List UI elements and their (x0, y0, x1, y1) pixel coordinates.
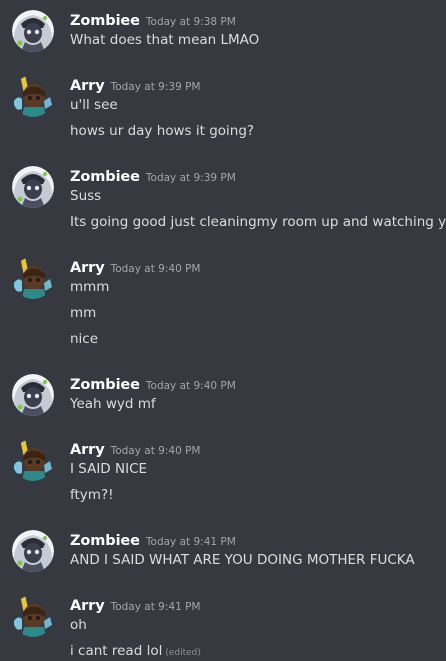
message-text: oh (70, 615, 87, 635)
arry-avatar[interactable] (12, 257, 54, 299)
message-text-content: oh (70, 617, 87, 633)
zombiee-avatar[interactable] (12, 374, 54, 416)
chat-message-list[interactable]: Zombiee Today at 9:38 PM What does that me… (0, 0, 446, 661)
message-text: What does that mean LMAO (70, 30, 259, 50)
message-text-content: u'll see (70, 97, 118, 113)
message-text: Yeah wyd mf (70, 394, 156, 414)
message-group: Arry Today at 9:40 PM I SAID NICE ftym?! (0, 439, 446, 507)
message-text: Suss (70, 186, 101, 206)
message-text-content: AND I SAID WHAT ARE YOU DOING MOTHER FUC… (70, 552, 415, 568)
message-text: u'll see (70, 95, 118, 115)
message-group: Zombiee Today at 9:39 PM Suss Its going goo… (0, 166, 446, 234)
message-text-content: i cant read lol (70, 643, 163, 659)
message-header: Zombiee Today at 9:41 PM (70, 530, 236, 550)
message-text: I SAID NICE (70, 459, 147, 479)
message-text: i cant read lol (edited) (70, 641, 201, 661)
message-text: ftym?! (70, 485, 114, 505)
message-text: nice (70, 329, 98, 349)
message-text-content: What does that mean LMAO (70, 32, 260, 48)
timestamp: Today at 9:40 PM (110, 445, 201, 457)
message-header: Arry Today at 9:40 PM (70, 257, 200, 277)
timestamp: Today at 9:41 PM (145, 536, 236, 548)
message-group: Arry Today at 9:39 PM u'll see hows ur day … (0, 75, 446, 143)
message-group: Arry Today at 9:41 PM oh i cant read lol (ed… (0, 595, 446, 661)
message-header: Arry Today at 9:41 PM (70, 595, 200, 615)
username[interactable]: Arry (70, 442, 105, 458)
zombiee-avatar[interactable] (12, 530, 54, 572)
timestamp: Today at 9:39 PM (110, 81, 201, 93)
message-header: Zombiee Today at 9:40 PM (70, 374, 236, 394)
username[interactable]: Zombiee (70, 377, 140, 393)
message-text-content: ftym?! (70, 487, 114, 503)
message-text-content: hows ur day hows it going? (70, 123, 255, 139)
message-text: hows ur day hows it going? (70, 121, 254, 141)
message-text-content: mm (70, 305, 97, 321)
username[interactable]: Arry (70, 78, 105, 94)
message-group: Zombiee Today at 9:41 PM AND I SAID WHAT A… (0, 530, 446, 572)
message-text-content: I SAID NICE (70, 461, 148, 477)
message-text-content: nice (70, 331, 99, 347)
username[interactable]: Zombiee (70, 169, 140, 185)
message-group: Zombiee Today at 9:40 PM Yeah wyd mf (0, 374, 446, 416)
username[interactable]: Arry (70, 598, 105, 614)
message-text: Its going good just cleaningmy room up a… (70, 212, 446, 232)
message-text: AND I SAID WHAT ARE YOU DOING MOTHER FUC… (70, 550, 415, 570)
timestamp: Today at 9:40 PM (145, 380, 236, 392)
message-header: Zombiee Today at 9:39 PM (70, 166, 236, 186)
message-text: mm (70, 303, 96, 323)
message-text-content: mmm (70, 279, 110, 295)
message-text: mmm (70, 277, 109, 297)
message-header: Arry Today at 9:39 PM (70, 75, 200, 95)
message-group: Zombiee Today at 9:38 PM What does that me… (0, 10, 446, 52)
edited-label: (edited) (165, 648, 201, 658)
message-header: Zombiee Today at 9:38 PM (70, 10, 236, 30)
zombiee-avatar[interactable] (12, 10, 54, 52)
timestamp: Today at 9:38 PM (145, 16, 236, 28)
message-text-content: Yeah wyd mf (70, 396, 156, 412)
username[interactable]: Arry (70, 260, 105, 276)
timestamp: Today at 9:39 PM (145, 172, 236, 184)
message-text-content: Suss (70, 188, 102, 204)
message-text-content: Its going good just cleaningmy room up a… (70, 214, 446, 230)
timestamp: Today at 9:40 PM (110, 263, 201, 275)
zombiee-avatar[interactable] (12, 166, 54, 208)
message-group: Arry Today at 9:40 PM mmm mm nice (0, 257, 446, 351)
username[interactable]: Zombiee (70, 533, 140, 549)
message-header: Arry Today at 9:40 PM (70, 439, 200, 459)
username[interactable]: Zombiee (70, 13, 140, 29)
arry-avatar[interactable] (12, 595, 54, 637)
timestamp: Today at 9:41 PM (110, 601, 201, 613)
arry-avatar[interactable] (12, 439, 54, 481)
arry-avatar[interactable] (12, 75, 54, 117)
